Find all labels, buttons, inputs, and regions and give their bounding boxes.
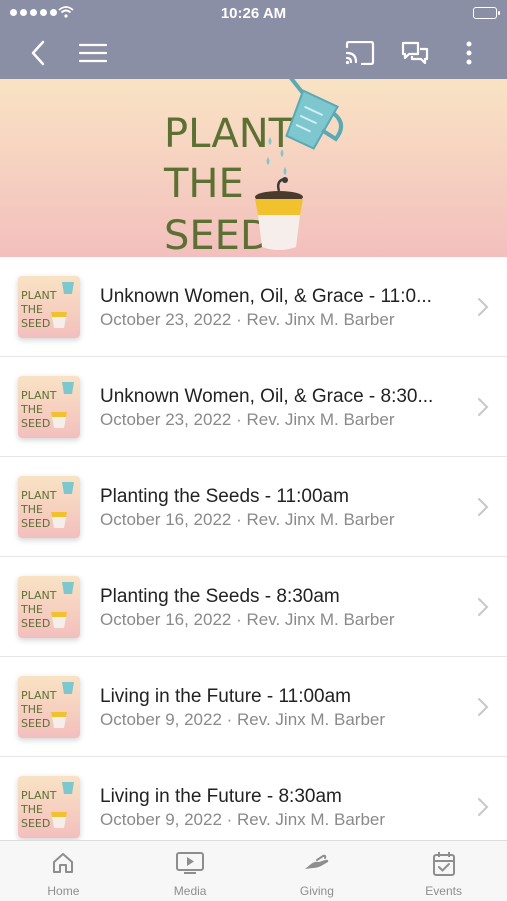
series-banner: PLANT THE SEED: [0, 79, 507, 257]
svg-text:PLANT: PLANT: [164, 111, 294, 157]
chevron-right-icon: [478, 498, 489, 516]
svg-text:SEED: SEED: [21, 317, 50, 330]
sermon-title: Planting the Seeds - 11:00am: [100, 486, 349, 507]
messages-button[interactable]: [393, 26, 437, 79]
list-item[interactable]: PLANT THE SEED Unknown Women, Oil, & Grace…: [0, 357, 507, 457]
bottom-tab-bar: Home Media Giving Events: [0, 840, 507, 901]
chevron-right-icon: [478, 698, 489, 716]
sermon-thumbnail: PLANT THE SEED: [18, 776, 80, 838]
tab-media[interactable]: Media: [127, 841, 254, 901]
svg-text:THE: THE: [20, 403, 43, 416]
sermon-thumbnail: PLANT THE SEED: [18, 576, 80, 638]
home-icon: [53, 853, 74, 873]
sermon-title: Unknown Women, Oil, & Grace - 8:30...: [100, 386, 434, 407]
list-item[interactable]: PLANT THE SEED Living in the Future - 11:0…: [0, 657, 507, 757]
more-vertical-icon: [466, 41, 472, 64]
list-item[interactable]: PLANT THE SEED Living in the Future - 8:30…: [0, 757, 507, 840]
sermon-subtitle: October 23, 2022 · Rev. Jinx M. Barber: [100, 310, 395, 329]
svg-text:THE: THE: [20, 303, 43, 316]
svg-text:THE: THE: [20, 503, 43, 516]
list-item[interactable]: PLANT THE SEED Planting the Seeds - 11:00a…: [0, 457, 507, 557]
svg-text:SEED: SEED: [164, 213, 271, 257]
tab-label: Events: [425, 884, 462, 898]
sermon-subtitle: October 16, 2022 · Rev. Jinx M. Barber: [100, 610, 395, 629]
svg-text:THE: THE: [20, 703, 43, 716]
chevron-right-icon: [478, 398, 489, 416]
tab-home[interactable]: Home: [0, 841, 127, 901]
sermon-title: Planting the Seeds - 8:30am: [100, 586, 340, 607]
menu-button[interactable]: [71, 26, 115, 79]
media-icon: [176, 852, 205, 874]
chevron-right-icon: [478, 798, 489, 816]
svg-text:PLANT: PLANT: [21, 389, 57, 402]
more-options-button[interactable]: [447, 26, 491, 79]
svg-text:THE: THE: [163, 161, 244, 207]
svg-text:SEED: SEED: [21, 417, 50, 430]
svg-text:SEED: SEED: [21, 617, 50, 630]
svg-text:SEED: SEED: [21, 717, 50, 730]
sermon-title: Unknown Women, Oil, & Grace - 11:0...: [100, 286, 432, 307]
cast-icon: [345, 40, 375, 65]
cast-button[interactable]: [338, 26, 382, 79]
tab-events[interactable]: Events: [380, 841, 507, 901]
svg-text:PLANT: PLANT: [21, 689, 57, 702]
svg-text:PLANT: PLANT: [21, 789, 57, 802]
svg-text:PLANT: PLANT: [21, 589, 57, 602]
battery-icon: [473, 7, 500, 19]
events-icon: [432, 852, 455, 876]
chevron-left-icon: [31, 40, 45, 65]
list-item[interactable]: PLANT THE SEED Unknown Women, Oil, & Grace…: [0, 257, 507, 357]
list-item[interactable]: PLANT THE SEED Planting the Seeds - 8:30am…: [0, 557, 507, 657]
tab-label: Media: [173, 884, 207, 898]
sermon-thumbnail: PLANT THE SEED: [18, 476, 80, 538]
sermon-subtitle: October 16, 2022 · Rev. Jinx M. Barber: [100, 510, 395, 529]
svg-text:PLANT: PLANT: [21, 489, 57, 502]
hamburger-menu-icon: [79, 43, 107, 62]
sermon-thumbnail: PLANT THE SEED: [18, 276, 80, 338]
back-button[interactable]: [16, 26, 60, 79]
chevron-right-icon: [478, 298, 489, 316]
svg-text:THE: THE: [20, 803, 43, 816]
sermon-subtitle: October 9, 2022 · Rev. Jinx M. Barber: [100, 710, 386, 729]
tab-giving[interactable]: Giving: [254, 841, 381, 901]
chat-bubbles-icon: [401, 41, 429, 64]
status-time: 10:26 AM: [220, 5, 287, 22]
sermon-list: PLANT THE SEED Unknown Women, Oil, & Grace…: [0, 257, 507, 840]
top-navigation-bar: [0, 26, 507, 79]
svg-text:THE: THE: [20, 603, 43, 616]
giving-icon: [304, 854, 329, 869]
sermon-thumbnail: PLANT THE SEED: [18, 676, 80, 738]
svg-text:SEED: SEED: [21, 817, 50, 830]
chevron-right-icon: [478, 598, 489, 616]
sermon-title: Living in the Future - 8:30am: [100, 786, 342, 807]
svg-text:PLANT: PLANT: [21, 289, 57, 302]
status-bar: 10:26 AM: [0, 0, 507, 26]
plant-the-seed-logo: PLANT THE SEED: [163, 79, 344, 257]
tab-label: Home: [47, 884, 80, 898]
sermon-title: Living in the Future - 11:00am: [100, 686, 352, 707]
svg-text:SEED: SEED: [21, 517, 50, 530]
sermon-thumbnail: PLANT THE SEED: [18, 376, 80, 438]
sermon-subtitle: October 9, 2022 · Rev. Jinx M. Barber: [100, 810, 386, 829]
tab-label: Giving: [299, 884, 334, 898]
sermon-subtitle: October 23, 2022 · Rev. Jinx M. Barber: [100, 410, 395, 429]
